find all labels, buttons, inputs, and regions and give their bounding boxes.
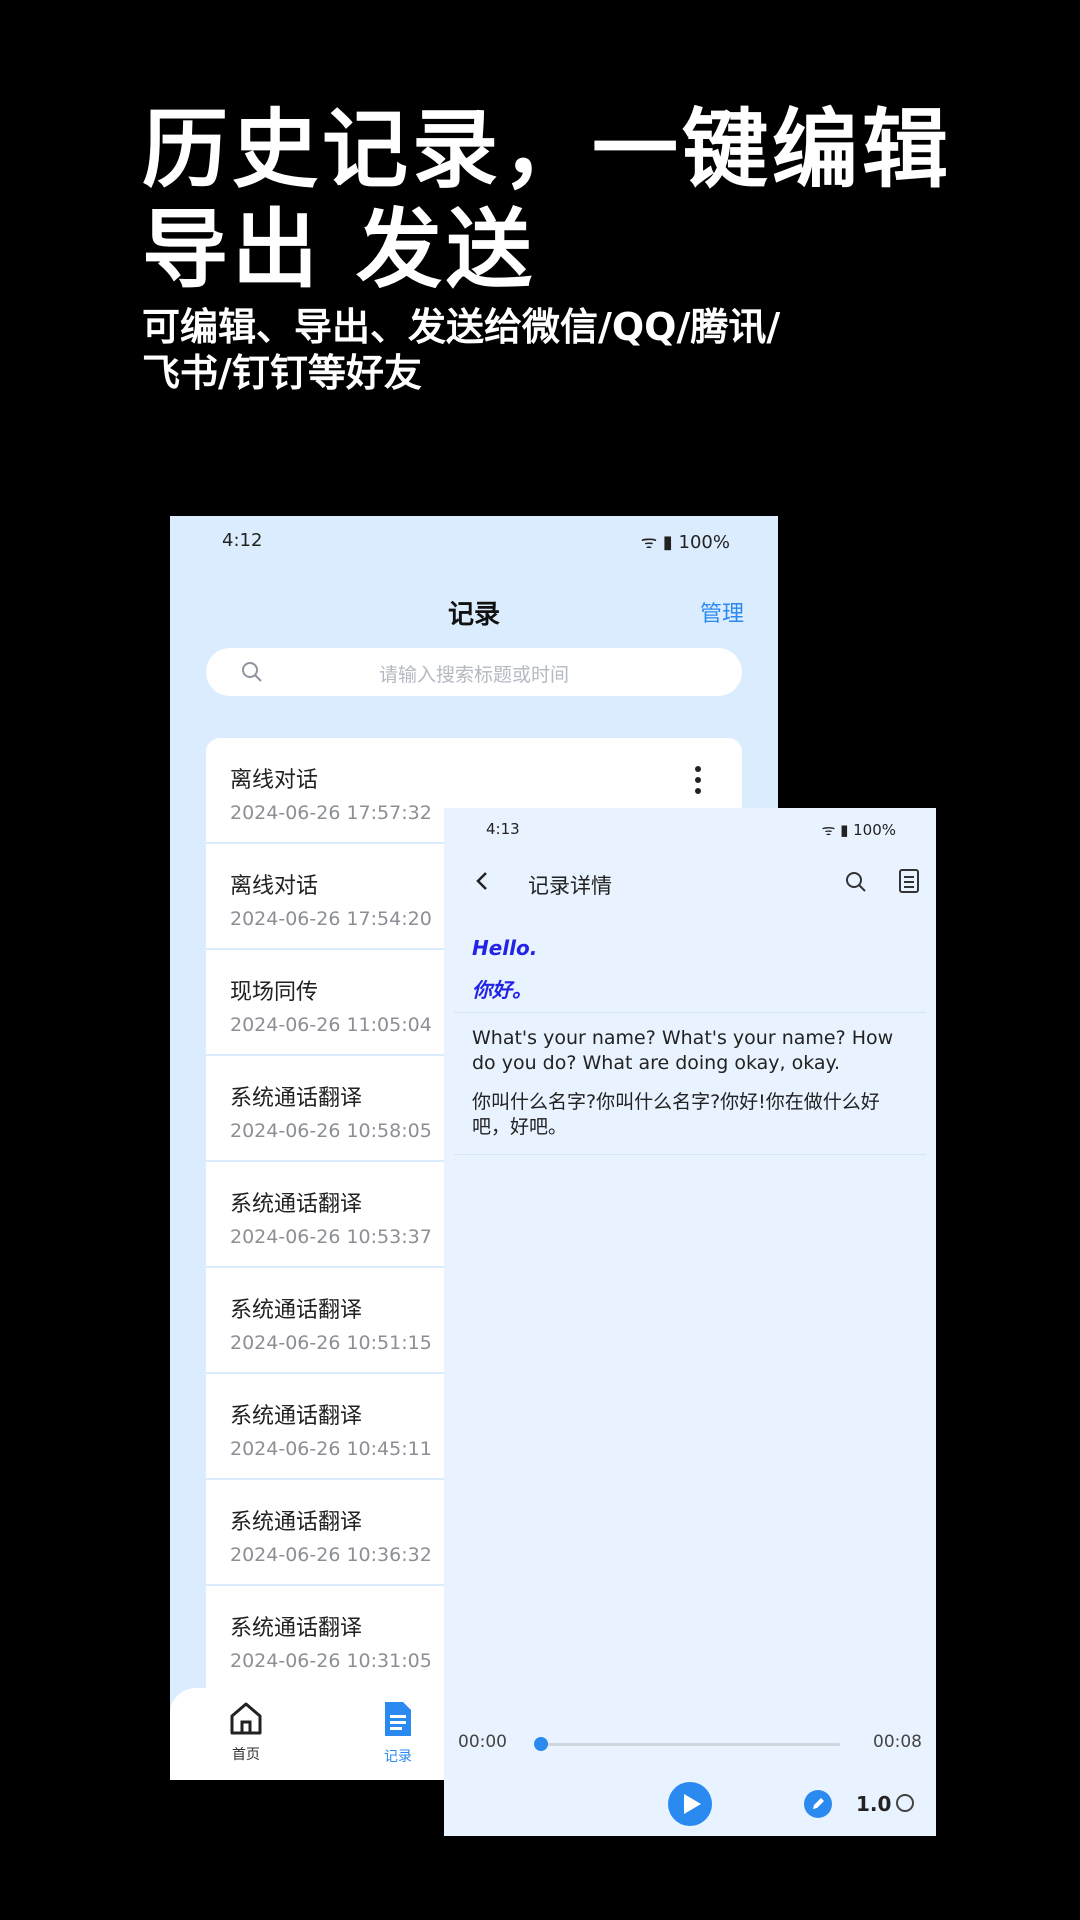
status-bar: 4:12 ᯤ ▮ 100% (170, 516, 778, 562)
headline-line-2: 导出 发送 (142, 200, 536, 300)
record-title: 现场同传 (230, 980, 319, 1005)
signal-icon: ᯤ ▮ (821, 821, 849, 839)
play-icon (684, 1794, 701, 1814)
more-options-icon[interactable] (694, 766, 702, 798)
manage-button[interactable]: 管理 (700, 596, 744, 628)
status-battery: ᯤ ▮ 100% (821, 821, 896, 839)
speed-icon[interactable] (896, 1794, 914, 1812)
page-title: 记录 (447, 600, 500, 630)
document-icon (385, 1702, 411, 1736)
divider (454, 1154, 926, 1155)
record-title: 系统通话翻译 (230, 1086, 363, 1111)
current-time: 00:00 (458, 1732, 507, 1752)
subheadline-line-1: 可编辑、导出、发送给微信/QQ/腾讯/ (142, 305, 781, 349)
tab-records[interactable]: 记录 (358, 1700, 438, 1766)
record-detail-screen: 4:13 ᯤ ▮ 100% 记录详情 Hello. 你好。 What's you… (444, 808, 936, 1836)
audio-player: 00:00 00:08 1.0 (444, 1716, 936, 1836)
record-title: 离线对话 (230, 768, 319, 793)
status-time: 4:12 (222, 530, 263, 551)
record-title: 系统通话翻译 (230, 1192, 363, 1217)
record-title: 离线对话 (230, 874, 319, 899)
status-bar: 4:13 ᯤ ▮ 100% (444, 808, 936, 848)
tab-home[interactable]: 首页 (206, 1700, 286, 1764)
record-datetime: 2024-06-26 10:58:05 (230, 1120, 432, 1142)
record-datetime: 2024-06-26 17:54:20 (230, 908, 432, 930)
subheadline-line-2: 飞书/钉钉等好友 (142, 351, 422, 395)
record-title: 系统通话翻译 (230, 1616, 363, 1641)
record-datetime: 2024-06-26 11:05:04 (230, 1014, 432, 1036)
record-title: 系统通话翻译 (230, 1298, 363, 1323)
search-icon[interactable] (844, 870, 868, 894)
back-arrow-icon[interactable] (472, 870, 494, 892)
search-placeholder: 请输入搜索标题或时间 (378, 664, 569, 686)
record-datetime: 2024-06-26 10:51:15 (230, 1332, 432, 1354)
promo-subheadline: 可编辑、导出、发送给微信/QQ/腾讯/ 飞书/钉钉等好友 (142, 304, 922, 396)
promo-headline: 历史记录，一键编辑 导出 发送 (142, 100, 962, 300)
record-title: 系统通话翻译 (230, 1404, 363, 1429)
record-datetime: 2024-06-26 10:45:11 (230, 1438, 432, 1460)
status-time: 4:13 (486, 820, 520, 838)
record-datetime: 2024-06-26 10:31:05 (230, 1650, 432, 1672)
home-icon (230, 1702, 262, 1735)
record-datetime: 2024-06-26 10:53:37 (230, 1226, 432, 1248)
record-datetime: 2024-06-26 10:36:32 (230, 1544, 432, 1566)
source-text: What's your name? What's your name? How … (472, 1027, 894, 1074)
record-datetime: 2024-06-26 17:57:32 (230, 802, 432, 824)
search-input[interactable]: 请输入搜索标题或时间 (206, 648, 742, 696)
playback-speed[interactable]: 1.0 (856, 1792, 891, 1816)
total-time: 00:08 (873, 1732, 922, 1752)
translated-text: 你好。 (472, 978, 532, 1002)
status-battery: ᯤ ▮ 100% (640, 532, 730, 553)
tab-home-label: 首页 (232, 1747, 260, 1763)
edit-button[interactable] (804, 1790, 832, 1818)
signal-icon: ᯤ ▮ (640, 532, 673, 553)
export-document-icon[interactable] (898, 868, 920, 894)
transcript-segment[interactable]: Hello. 你好。 (472, 936, 916, 1003)
transcript-segment[interactable]: What's your name? What's your name? How … (472, 1026, 912, 1140)
tab-records-label: 记录 (384, 1749, 412, 1765)
progress-track[interactable] (540, 1743, 840, 1746)
record-title: 系统通话翻译 (230, 1510, 363, 1535)
page-title: 记录详情 (528, 874, 612, 898)
headline-line-1: 历史记录，一键编辑 (142, 100, 952, 200)
pencil-icon (813, 1798, 824, 1809)
detail-header: 记录详情 (444, 858, 936, 906)
divider (454, 1012, 926, 1013)
translated-text: 你叫什么名字?你叫什么名字?你好!你在做什么好吧，好吧。 (472, 1091, 880, 1138)
play-button[interactable] (668, 1782, 712, 1826)
progress-thumb[interactable] (534, 1737, 548, 1751)
source-text: Hello. (472, 936, 538, 960)
list-header: 记录 管理 (170, 580, 778, 636)
